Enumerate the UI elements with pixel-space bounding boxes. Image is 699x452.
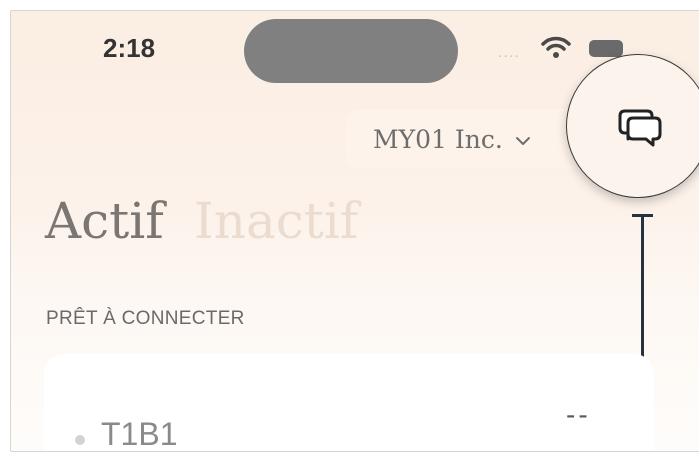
tab-inactif[interactable]: Inactif: [194, 192, 358, 250]
section-title: PRÊT À CONNECTER: [46, 308, 245, 329]
status-dot: [75, 435, 85, 445]
battery-icon: [589, 40, 623, 57]
dynamic-island: [244, 19, 458, 83]
tab-actif[interactable]: Actif: [45, 192, 164, 250]
device-value: --: [566, 399, 591, 430]
organization-selector[interactable]: MY01 Inc.: [346, 109, 596, 169]
chevron-down-icon: [515, 137, 530, 145]
device-name: T1B1: [101, 416, 178, 452]
wifi-icon: [541, 36, 571, 58]
organization-name: MY01 Inc.: [373, 124, 503, 154]
status-time: 2:18: [103, 33, 156, 63]
signal-icon: ....: [498, 44, 520, 61]
chat-bubbles-icon: [618, 109, 662, 147]
